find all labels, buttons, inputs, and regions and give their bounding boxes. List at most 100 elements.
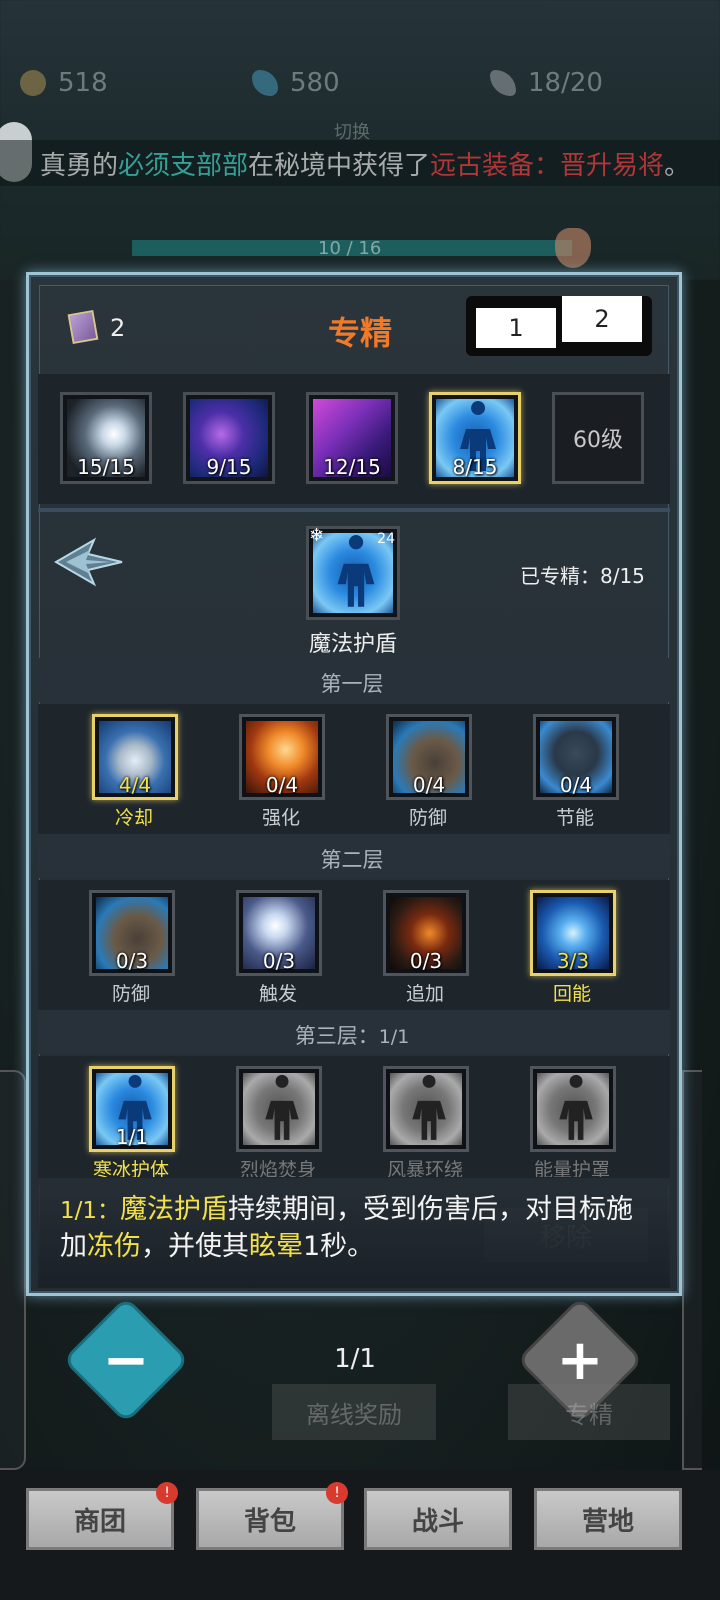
desc-text: ，并使其 <box>141 1231 249 1262</box>
feather-resource: 18/20 <box>490 68 603 98</box>
spec-level-badge: 24 <box>377 531 395 547</box>
side-frame-left <box>0 1070 26 1470</box>
desc-effect: 冻伤 <box>87 1231 141 1262</box>
tab-2[interactable]: 2 <box>562 296 642 342</box>
side-frame-right <box>682 1070 702 1470</box>
ticker-item: 远古装备：晋升易将 <box>430 150 665 181</box>
notification-badge: ! <box>326 1482 348 1504</box>
flame-body-icon <box>243 1073 315 1145</box>
talent-name: 风暴环绕 <box>386 1159 463 1177</box>
coin-resource: 518 <box>20 68 108 98</box>
gem-icon <box>252 70 278 96</box>
talent-energy-body[interactable] <box>530 1066 616 1152</box>
desc-effect: 眩晕 <box>249 1231 303 1262</box>
gem-resource: 580 <box>252 68 340 98</box>
energy-body-icon <box>537 1073 609 1145</box>
locked-level-label: 60级 <box>573 428 623 453</box>
talent-description: 1/1：魔法护盾持续期间，受到伤害后，对目标施加冻伤，并使其眩晕1秒。 <box>38 1178 670 1288</box>
talent-value: 0/3 <box>409 949 443 973</box>
talent-trigger[interactable]: 0/3 <box>236 890 322 976</box>
snowflake-icon: ❄ <box>309 525 325 546</box>
talent-value: 0/4 <box>559 773 593 797</box>
talent-name: 寒冰护体 <box>92 1159 169 1177</box>
spec-count: 8/15 <box>452 455 498 479</box>
spec-slot-light-orb[interactable]: 15/15 <box>60 392 152 484</box>
talent-ice-body[interactable]: 1/1 <box>89 1066 175 1152</box>
talent-storm-body[interactable] <box>383 1066 469 1152</box>
talent-cooldown[interactable]: 4/4 <box>92 714 178 800</box>
nav-guild-button[interactable]: 商团 <box>26 1488 174 1550</box>
spec-slot-locked[interactable]: 60级 <box>552 392 644 484</box>
spec-count: 9/15 <box>206 455 252 479</box>
talent-name: 强化 <box>261 807 300 829</box>
gem-value: 580 <box>290 68 340 98</box>
talent-defense-2[interactable]: 0/3 <box>89 890 175 976</box>
spec-slot-magic-shield[interactable]: 8/15 <box>429 392 521 484</box>
tab-1[interactable]: 1 <box>476 308 556 348</box>
talent-defense[interactable]: 0/4 <box>386 714 472 800</box>
coin-icon <box>20 70 46 96</box>
desc-text: 1秒。 <box>303 1231 375 1262</box>
panel-title: 专精 <box>327 314 392 352</box>
page-tabs: 1 2 <box>466 296 652 356</box>
talent-name: 防御 <box>111 983 150 1005</box>
book-count: 2 <box>110 314 126 342</box>
talent-flame-body[interactable] <box>236 1066 322 1152</box>
desc-count: 1/1： <box>60 1198 121 1224</box>
spec-slot-arcane-capsule[interactable]: 9/15 <box>183 392 275 484</box>
talent-value: 3/3 <box>556 949 590 973</box>
announcement-ticker: 真勇的 必须支部部 在秘境中获得了 远古装备：晋升易将 。 <box>0 140 720 186</box>
storm-body-icon <box>390 1073 462 1145</box>
talent-value: 0/4 <box>265 773 299 797</box>
resource-bar: 518 580 18/20 <box>0 68 720 104</box>
talent-efficiency[interactable]: 0/4 <box>533 714 619 800</box>
spec-count: 12/15 <box>323 455 381 479</box>
talent-name: 追加 <box>405 983 444 1005</box>
talent-value: 0/4 <box>412 773 446 797</box>
spec-progress-label: 已专精：8/15 <box>520 564 645 588</box>
spec-slot-purple-strike[interactable]: 12/15 <box>306 392 398 484</box>
specialization-button: 专精 <box>508 1384 670 1440</box>
layer-3-label: 第三层：1/1 <box>0 1020 704 1050</box>
talent-name: 回能 <box>552 983 591 1005</box>
current-spec-name: 魔法护盾 <box>308 632 397 657</box>
feather-value: 18/20 <box>528 68 603 98</box>
boss-progress-text: 10 / 16 <box>318 238 382 259</box>
ticker-text: 真勇的 <box>40 150 119 181</box>
talent-name: 能量护罩 <box>533 1159 610 1177</box>
nav-backpack-button[interactable]: 背包 <box>196 1488 344 1550</box>
ticker-player: 必须支部部 <box>118 150 249 181</box>
notification-badge: ! <box>156 1482 178 1504</box>
back-arrow-icon[interactable] <box>54 536 124 588</box>
minus-icon: − <box>102 1327 150 1393</box>
current-spec-icon: ❄ 24 <box>306 525 400 620</box>
layer-3-count: 1/1 <box>378 1026 410 1048</box>
talent-regen[interactable]: 3/3 <box>530 890 616 976</box>
layer-2-label: 第二层 <box>320 848 384 872</box>
nav-camp-button[interactable]: 营地 <box>534 1488 682 1550</box>
talent-value: 0/3 <box>115 949 149 973</box>
talent-followup[interactable]: 0/3 <box>383 890 469 976</box>
spec-count: 15/15 <box>77 455 135 479</box>
coin-value: 518 <box>58 68 108 98</box>
talent-value: 4/4 <box>118 773 152 797</box>
divider <box>38 508 670 512</box>
feather-icon <box>490 70 516 96</box>
talent-name: 触发 <box>258 983 297 1005</box>
talent-name: 烈焰焚身 <box>239 1159 316 1177</box>
ticker-text: 。 <box>664 150 691 181</box>
talent-empower[interactable]: 0/4 <box>239 714 325 800</box>
talent-name: 冷却 <box>114 807 153 829</box>
talent-name: 防御 <box>408 807 447 829</box>
boss-icon <box>555 228 591 268</box>
talent-value: 1/1 <box>115 1125 149 1149</box>
layer-1-label: 第一层 <box>320 672 384 696</box>
ticker-text: 在秘境中获得了 <box>248 150 431 181</box>
talent-value: 0/3 <box>262 949 296 973</box>
offline-reward-button: 离线奖励 <box>272 1384 436 1440</box>
point-counter: 1/1 <box>334 1344 376 1374</box>
talent-name: 节能 <box>555 807 594 829</box>
spellbook-icon <box>67 309 99 345</box>
layer-3-title: 第三层： <box>294 1024 379 1048</box>
nav-battle-button[interactable]: 战斗 <box>364 1488 512 1550</box>
